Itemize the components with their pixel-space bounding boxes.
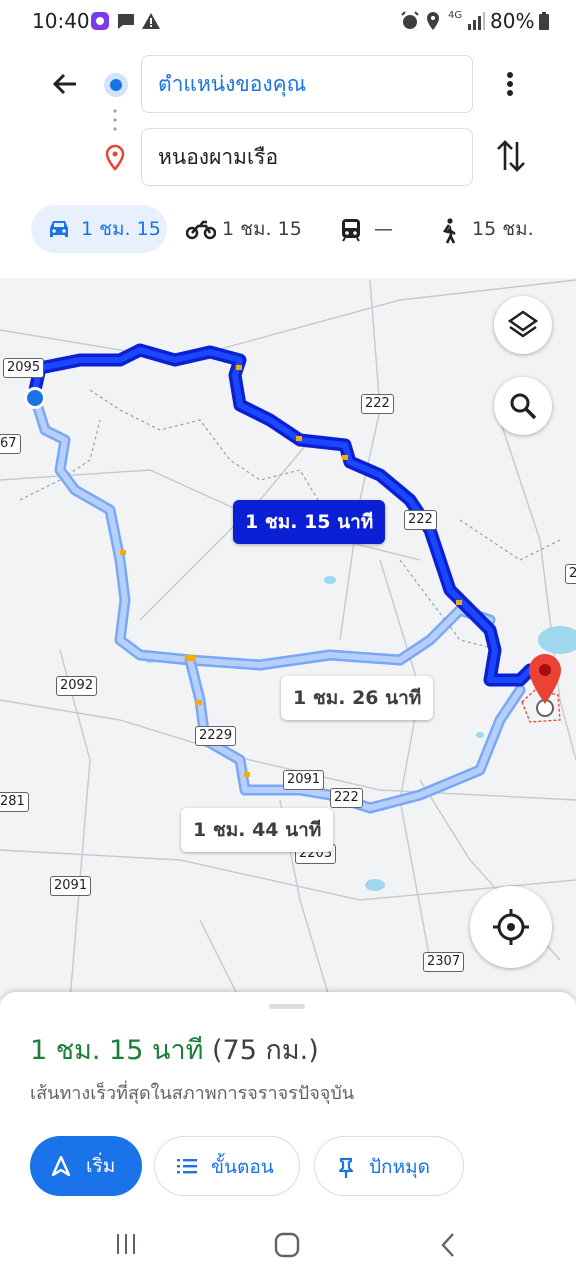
steps-button[interactable]: ขั้นตอน (154, 1136, 300, 1196)
eta-time: 1 ชม. 15 นาที (30, 1035, 204, 1066)
mode-label: — (374, 218, 393, 240)
location-status-icon (427, 12, 439, 30)
sheet-drag-handle[interactable] (269, 1004, 305, 1009)
pin-label: ปักหมุด (369, 1156, 430, 1178)
mode-label: 1 ชม. 15 (222, 218, 302, 240)
road-label: 2091 (283, 770, 325, 790)
crosshair-icon (493, 909, 529, 945)
battery-icon (539, 12, 549, 30)
route-chip-alt[interactable]: 1 ชม. 44 นาที (181, 808, 334, 852)
network-type: 4G (448, 10, 463, 21)
motorcycle-icon (186, 220, 216, 240)
start-navigation-button[interactable]: เริ่ม (30, 1136, 142, 1196)
road-label: 281 (0, 792, 29, 812)
road-label: 222 (361, 394, 394, 414)
home-icon[interactable] (274, 1232, 300, 1258)
chat-icon (118, 14, 134, 29)
pin-icon (338, 1157, 354, 1178)
more-options-icon[interactable] (498, 68, 522, 100)
road-label: 2091 (50, 876, 92, 896)
mode-walking[interactable]: 15 ชม. (432, 205, 542, 253)
car-icon (50, 221, 68, 237)
walk-icon (442, 218, 456, 244)
recent-apps-icon[interactable] (114, 1232, 138, 1256)
destination-input[interactable]: หนองผามเรือ (141, 128, 473, 186)
start-label: เริ่ม (86, 1155, 116, 1177)
mode-driving[interactable]: 1 ชม. 15 (31, 205, 167, 253)
layers-button[interactable] (494, 296, 552, 354)
mode-transit[interactable]: — (334, 205, 404, 253)
road-label: 222 (404, 510, 437, 530)
origin-dot-icon (104, 73, 128, 97)
destination-marker-icon[interactable] (526, 652, 564, 708)
mode-label: 1 ชม. 15 (81, 218, 161, 240)
origin-input[interactable]: ตำแหน่งของคุณ (141, 55, 473, 113)
pin-button[interactable]: ปักหมุด (314, 1136, 464, 1196)
signal-icon (468, 12, 485, 30)
search-icon (510, 393, 537, 420)
back-nav-icon[interactable] (438, 1232, 458, 1258)
steps-label: ขั้นตอน (211, 1156, 274, 1178)
battery-percent: 80% (490, 9, 535, 33)
warning-icon (142, 13, 160, 29)
route-note: เส้นทางเร็วที่สุดในสภาพการจราจรปัจจุบัน (30, 1083, 355, 1104)
layers-icon (507, 310, 539, 338)
back-button[interactable] (46, 66, 86, 102)
route-summary: 1 ชม. 15 นาที (75 กม.) (30, 1028, 319, 1071)
mode-motorcycle[interactable]: 1 ชม. 15 (180, 205, 310, 253)
road-label: 2095 (3, 358, 45, 378)
search-along-route-button[interactable] (494, 377, 552, 435)
road-label: 2307 (423, 952, 465, 972)
system-nav-bar (0, 1210, 576, 1280)
road-label: 222 (330, 788, 363, 808)
route-distance: (75 กม.) (212, 1035, 319, 1066)
destination-pin-icon (105, 144, 125, 171)
road-label: 67 (0, 434, 21, 454)
mode-label: 15 ชม. (472, 218, 534, 240)
route-connector (113, 109, 117, 131)
transit-icon (342, 219, 360, 242)
road-label: 2229 (195, 726, 237, 746)
road-label: 2 (565, 564, 576, 584)
navigation-arrow-icon (52, 1156, 70, 1176)
alarm-icon (401, 11, 419, 29)
road-label: 2092 (56, 676, 98, 696)
status-time: 10:40 (32, 9, 90, 33)
my-location-button[interactable] (470, 886, 552, 968)
map-view[interactable]: 2095 67 222 222 2 2092 2229 2091 222 281… (0, 278, 576, 1000)
app-notification-icon (91, 12, 109, 30)
status-bar: 10:40 4G 80% (0, 0, 576, 42)
list-icon (177, 1159, 197, 1174)
route-chip-selected[interactable]: 1 ชม. 15 นาที (233, 500, 386, 544)
swap-icon[interactable] (494, 136, 528, 176)
route-chip-alt[interactable]: 1 ชม. 26 นาที (281, 676, 434, 720)
